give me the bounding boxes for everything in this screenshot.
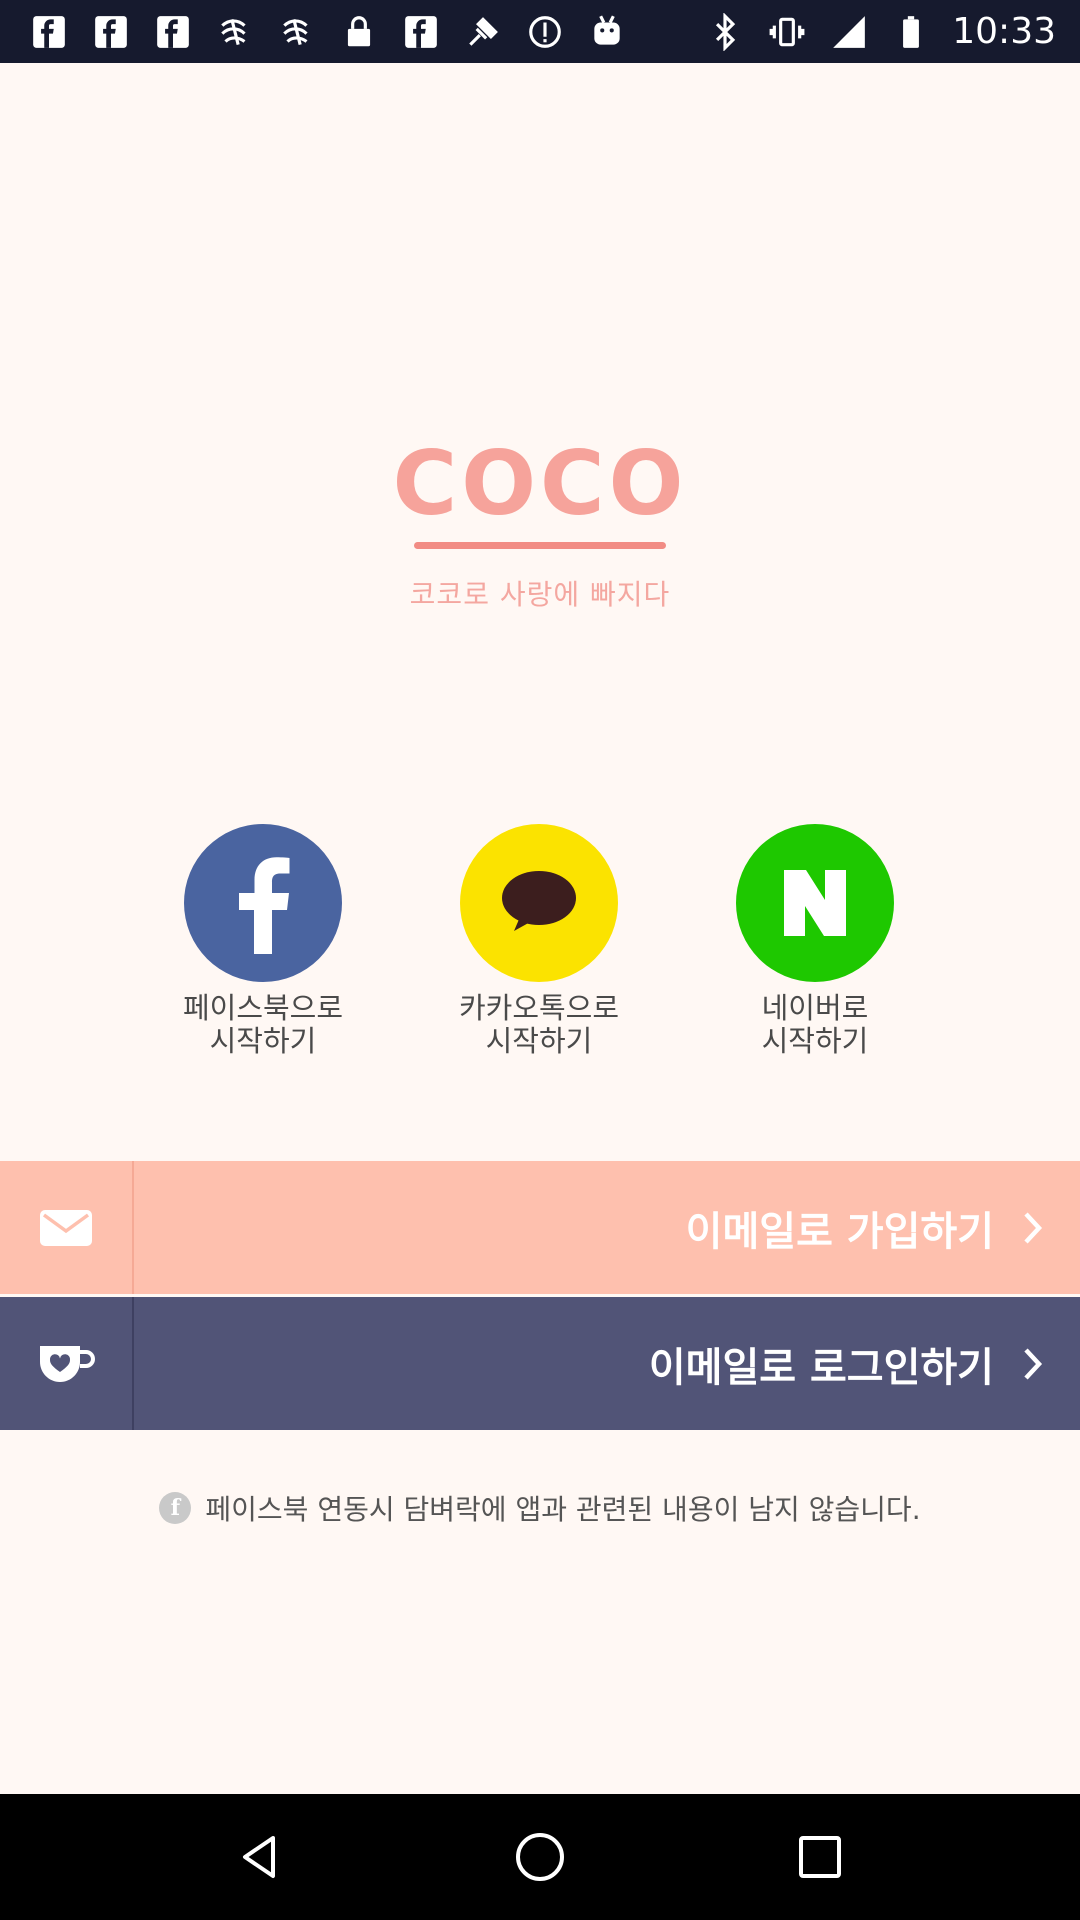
facebook-icon [400, 11, 442, 53]
home-icon[interactable] [500, 1817, 580, 1897]
chevron-right-icon [1024, 1211, 1043, 1244]
navigation-bar [0, 1794, 1080, 1920]
satellite-icon [462, 11, 504, 53]
signup-label-area[interactable]: 이메일로 가입하기 [134, 1161, 1080, 1294]
recents-icon[interactable] [780, 1817, 860, 1897]
swirl-icon [214, 11, 256, 53]
vibrate-icon [766, 11, 808, 53]
facebook-login-label: 페이스북으로 시작하기 [182, 991, 344, 1058]
facebook-login-button[interactable]: 페이스북으로 시작하기 [143, 824, 383, 1058]
email-signup-button[interactable]: 이메일로 가입하기 [0, 1161, 1080, 1294]
facebook-notice: f 페이스북 연동시 담벼락에 앱과 관련된 내용이 남지 않습니다. [0, 1488, 1080, 1528]
facebook-icon [90, 11, 132, 53]
app-logo: COCO 코코로 사랑에 빠지다 [0, 440, 1080, 613]
naver-login-button[interactable]: 네이버로 시작하기 [695, 824, 935, 1058]
logo-underline [414, 542, 666, 549]
status-bar: 10:33 [0, 0, 1080, 63]
email-login-label: 이메일로 로그인하기 [648, 1344, 994, 1391]
chevron-right-icon [1024, 1347, 1043, 1380]
login-icon-cell [0, 1297, 134, 1430]
notification-icons [28, 0, 628, 63]
naver-login-label: 네이버로 시작하기 [761, 991, 869, 1058]
login-label-area[interactable]: 이메일로 로그인하기 [134, 1297, 1080, 1430]
kakaotalk-login-label: 카카오톡으로 시작하기 [458, 991, 620, 1058]
battery-icon [890, 11, 932, 53]
facebook-icon[interactable] [184, 824, 342, 982]
system-icons: 10:33 [704, 0, 1056, 63]
kakaotalk-login-button[interactable]: 카카오톡으로 시작하기 [419, 824, 659, 1058]
mail-icon [40, 1209, 92, 1246]
facebook-icon [28, 11, 70, 53]
clock: 10:33 [952, 11, 1056, 52]
naver-icon[interactable] [736, 824, 894, 982]
facebook-info-icon: f [159, 1492, 192, 1524]
email-signup-label: 이메일로 가입하기 [685, 1208, 994, 1255]
android-icon [586, 11, 628, 53]
lock-icon [338, 11, 380, 53]
cup-heart-icon [40, 1345, 95, 1382]
notice-text: 페이스북 연동시 담벼락에 앱과 관련된 내용이 남지 않습니다. [205, 1493, 921, 1526]
email-login-button[interactable]: 이메일로 로그인하기 [0, 1297, 1080, 1430]
swirl-icon [276, 11, 318, 53]
facebook-icon [152, 11, 194, 53]
info-icon [524, 11, 566, 53]
logo-tagline: 코코로 사랑에 빠지다 [409, 578, 671, 611]
signup-icon-cell [0, 1161, 134, 1294]
bluetooth-icon [704, 11, 746, 53]
kakaotalk-icon[interactable] [460, 824, 618, 982]
social-login-row: 페이스북으로 시작하기 카카오톡으로 시작하기 네이버로 시작하기 [0, 824, 1080, 1064]
back-icon[interactable] [220, 1817, 300, 1897]
logo-wordmark: COCO [392, 432, 688, 535]
signal-icon [828, 11, 870, 53]
